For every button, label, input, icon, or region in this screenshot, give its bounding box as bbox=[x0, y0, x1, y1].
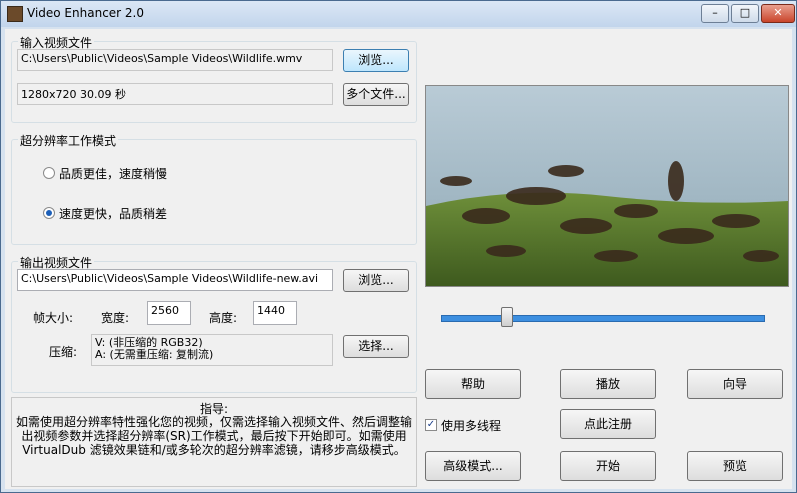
output-path-field[interactable]: C:\Users\Public\Videos\Sample Videos\Wil… bbox=[17, 269, 333, 291]
window-title: Video Enhancer 2.0 bbox=[27, 6, 144, 20]
radio-speed[interactable] bbox=[43, 207, 55, 219]
compress-label: 压缩: bbox=[49, 345, 78, 359]
width-input[interactable]: 2560 bbox=[147, 301, 191, 325]
guide-panel: 指导: 如需使用超分辨率特性强化您的视频，仅需选择输入视频文件、然后调整输出视频… bbox=[11, 397, 417, 487]
maximize-button[interactable]: □ bbox=[731, 4, 759, 23]
play-button[interactable]: 播放 bbox=[560, 369, 656, 399]
radio-quality[interactable] bbox=[43, 167, 55, 179]
height-input[interactable]: 1440 bbox=[253, 301, 297, 325]
app-window: Video Enhancer 2.0 – □ ✕ 输入视频文件 C:\Users… bbox=[0, 0, 797, 493]
guide-text: 如需使用超分辨率特性强化您的视频，仅需选择输入视频文件、然后调整输出视频参数并选… bbox=[16, 415, 413, 457]
width-label: 宽度: bbox=[101, 311, 130, 325]
timeline-slider-thumb[interactable] bbox=[501, 307, 513, 327]
title-bar[interactable]: Video Enhancer 2.0 – □ ✕ bbox=[1, 1, 796, 27]
minimize-button[interactable]: – bbox=[701, 4, 729, 23]
timeline-slider-track[interactable] bbox=[441, 315, 765, 322]
multithread-label: 使用多线程 bbox=[441, 419, 502, 433]
multiple-files-button[interactable]: 多个文件... bbox=[343, 83, 409, 106]
preview-frame bbox=[426, 86, 788, 286]
register-button[interactable]: 点此注册 bbox=[560, 409, 656, 439]
compress-info: V: (非压缩的 RGB32) A: (无需重压缩: 复制流) bbox=[91, 334, 333, 366]
preview-button[interactable]: 预览 bbox=[687, 451, 783, 481]
height-label: 高度: bbox=[209, 311, 238, 325]
compress-audio-text: A: (无需重压缩: 复制流) bbox=[95, 348, 214, 361]
input-browse-button[interactable]: 浏览... bbox=[343, 49, 409, 72]
compress-select-button[interactable]: 选择... bbox=[343, 335, 409, 358]
frame-size-label: 帧大小: bbox=[33, 311, 74, 325]
multithread-checkbox[interactable]: ✓ bbox=[425, 419, 437, 431]
radio-quality-label: 品质更佳，速度稍慢 bbox=[59, 167, 168, 181]
mode-group-label: 超分辨率工作模式 bbox=[18, 132, 119, 149]
start-button[interactable]: 开始 bbox=[560, 451, 656, 481]
output-browse-button[interactable]: 浏览... bbox=[343, 269, 409, 292]
close-button[interactable]: ✕ bbox=[761, 4, 795, 23]
video-preview bbox=[425, 85, 789, 287]
mode-group: 超分辨率工作模式 bbox=[11, 132, 417, 245]
radio-speed-label: 速度更快，品质稍差 bbox=[59, 207, 168, 221]
input-path-field[interactable]: C:\Users\Public\Videos\Sample Videos\Wil… bbox=[17, 49, 333, 71]
app-icon bbox=[7, 6, 23, 22]
wizard-button[interactable]: 向导 bbox=[687, 369, 783, 399]
client-area: 输入视频文件 C:\Users\Public\Videos\Sample Vid… bbox=[5, 29, 792, 489]
input-info-field: 1280x720 30.09 秒 bbox=[17, 83, 333, 105]
advanced-mode-button[interactable]: 高级模式... bbox=[425, 451, 521, 481]
help-button[interactable]: 帮助 bbox=[425, 369, 521, 399]
